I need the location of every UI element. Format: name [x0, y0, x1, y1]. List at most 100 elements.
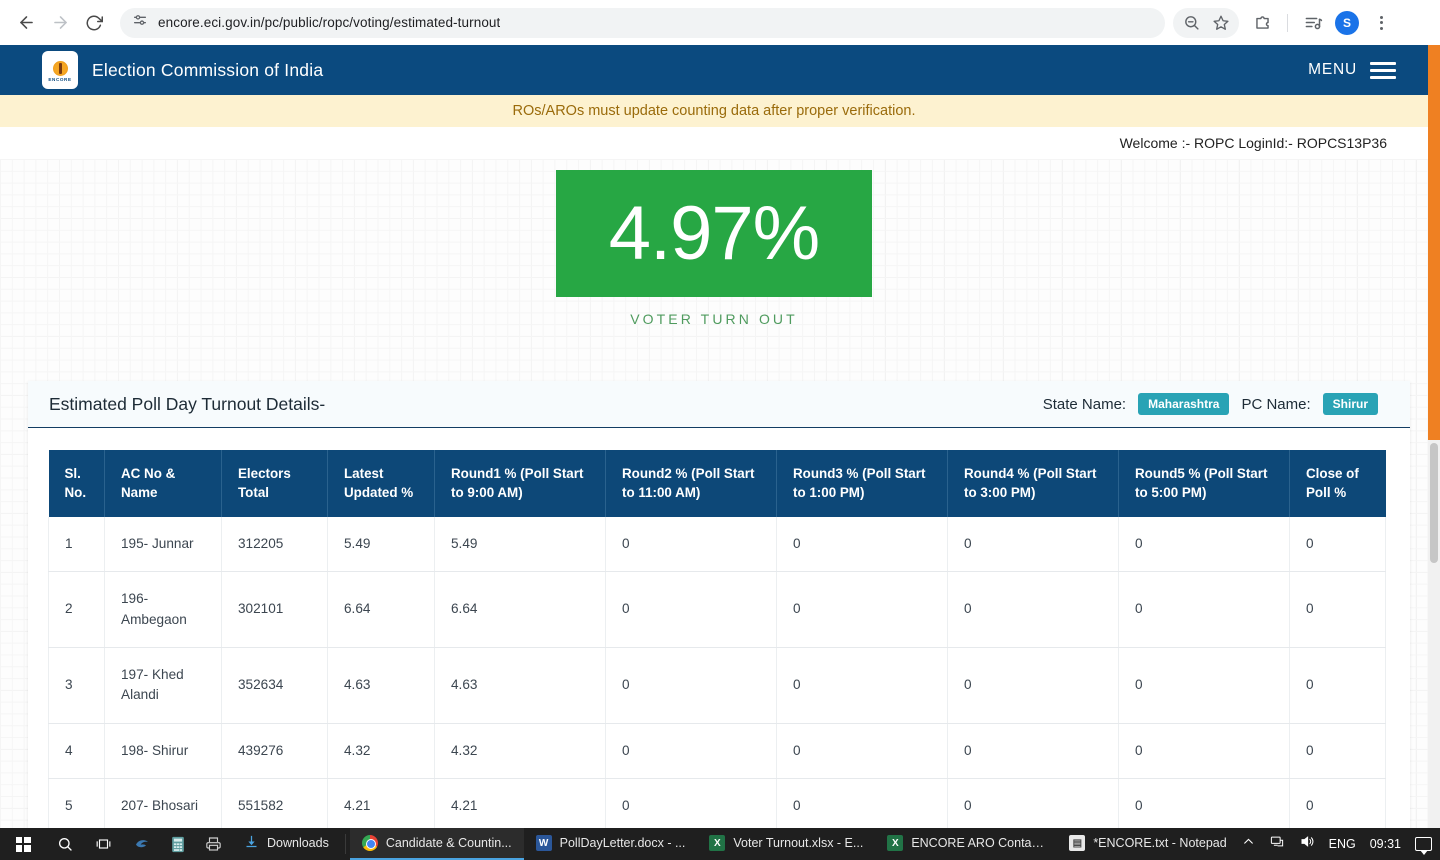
table-scroll-container[interactable]: Sl. No. AC No & Name Electors Total Late…: [28, 428, 1410, 828]
notice-text: ROs/AROs must update counting data after…: [512, 103, 916, 119]
clock[interactable]: 09:31: [1370, 837, 1401, 851]
column-header-round5[interactable]: Round5 % (Poll Start to 5:00 PM): [1118, 450, 1290, 517]
taskbar-item-label: ENCORE ARO Contac...: [911, 836, 1046, 850]
toolbar-divider: [1287, 13, 1288, 32]
menu-button[interactable]: MENU: [1308, 61, 1396, 79]
cell-latest: 4.63: [327, 647, 435, 724]
column-header-round2[interactable]: Round2 % (Poll Start to 11:00 AM): [605, 450, 777, 517]
cell-round4: 0: [947, 571, 1119, 649]
column-header-ac-name[interactable]: AC No & Name: [104, 450, 222, 517]
cell-round3: 0: [776, 571, 948, 649]
taskbar-item-notepad[interactable]: ▤ *ENCORE.txt - Notepad: [1057, 828, 1238, 860]
browser-toolbar: encore.eci.gov.in/pc/public/ropc/voting/…: [0, 0, 1440, 45]
taskbar-item-chrome[interactable]: Candidate & Countin...: [349, 828, 524, 860]
taskbar-item-excel-aro-contacts[interactable]: X ENCORE ARO Contac...: [875, 828, 1057, 860]
cell-sl: 5: [48, 778, 105, 828]
star-icon[interactable]: [1206, 8, 1236, 38]
column-header-close[interactable]: Close of Poll %: [1289, 450, 1386, 517]
column-header-round4[interactable]: Round4 % (Poll Start to 3:00 PM): [947, 450, 1119, 517]
cell-ac: 197- Khed Alandi: [104, 647, 222, 724]
turnout-caption: VOTER TURN OUT: [630, 311, 798, 327]
chrome-icon: [361, 835, 378, 851]
chevron-up-icon[interactable]: [1242, 835, 1255, 853]
reload-icon[interactable]: [78, 7, 110, 39]
cell-sl: 3: [48, 647, 105, 724]
zoom-out-icon[interactable]: [1176, 8, 1206, 38]
cell-electors: 439276: [221, 723, 328, 780]
task-view-icon[interactable]: [84, 828, 123, 860]
taskbar-item-word[interactable]: W PollDayLetter.docx - ...: [524, 828, 698, 860]
page-content: ENCORE Election Commission of India MENU…: [0, 45, 1428, 828]
language-indicator[interactable]: ENG: [1329, 837, 1356, 851]
windows-taskbar: Downloads Candidate & Countin... W PollD…: [0, 828, 1440, 860]
column-header-round3[interactable]: Round3 % (Poll Start to 1:00 PM): [776, 450, 948, 517]
cell-electors: 551582: [221, 778, 328, 828]
page-scrollbar[interactable]: [1428, 45, 1440, 828]
url-text: encore.eci.gov.in/pc/public/ropc/voting/…: [158, 15, 501, 30]
forward-arrow-icon[interactable]: [44, 7, 76, 39]
media-list-icon[interactable]: [1298, 8, 1328, 38]
table-row[interactable]: 4 198- Shirur 439276 4.32 4.32 0 0 0 0 0: [48, 723, 1386, 780]
cell-round4: 0: [947, 647, 1119, 724]
address-bar[interactable]: encore.eci.gov.in/pc/public/ropc/voting/…: [120, 7, 1165, 38]
table-row[interactable]: 2 196- Ambegaon 302101 6.64 6.64 0 0 0 0…: [48, 571, 1386, 649]
cell-close: 0: [1289, 571, 1386, 649]
excel-icon: X: [887, 835, 904, 851]
pc-name-label: PC Name:: [1241, 395, 1311, 413]
taskbar-item-downloads[interactable]: Downloads: [232, 828, 341, 860]
welcome-text: Welcome :- ROPC LoginId:- ROPCS13P36: [1119, 135, 1387, 151]
kebab-menu-icon[interactable]: [1366, 8, 1396, 38]
back-arrow-icon[interactable]: [10, 7, 42, 39]
calculator-icon[interactable]: [161, 828, 195, 860]
cell-round2: 0: [605, 516, 777, 573]
cell-round5: 0: [1118, 516, 1290, 573]
system-tray: ENG 09:31: [1242, 828, 1440, 860]
brand[interactable]: ENCORE Election Commission of India: [42, 51, 323, 89]
toolbar-actions: S: [1173, 7, 1396, 38]
table-header-row: Sl. No. AC No & Name Electors Total Late…: [48, 450, 1386, 517]
omnibox-actions: [1173, 7, 1239, 38]
scrollbar-thumb[interactable]: [1428, 45, 1440, 440]
table-row[interactable]: 1 195- Junnar 312205 5.49 5.49 0 0 0 0 0: [48, 516, 1386, 573]
table-body: 1 195- Junnar 312205 5.49 5.49 0 0 0 0 0: [48, 516, 1386, 828]
word-icon: W: [535, 835, 552, 851]
notepad-icon: ▤: [1069, 835, 1086, 851]
cell-sl: 1: [48, 516, 105, 573]
cell-electors: 302101: [221, 571, 328, 649]
windows-start-icon[interactable]: [0, 828, 46, 860]
column-header-sl-no[interactable]: Sl. No.: [48, 450, 105, 517]
excel-icon: X: [709, 835, 726, 851]
cell-round4: 0: [947, 778, 1119, 828]
edge-icon[interactable]: [123, 828, 161, 860]
profile-avatar[interactable]: S: [1332, 8, 1362, 38]
avatar: S: [1335, 10, 1359, 35]
brand-title: Election Commission of India: [92, 59, 324, 80]
cell-round1: 4.63: [434, 647, 606, 724]
hamburger-icon[interactable]: [1370, 61, 1396, 79]
cell-ac: 207- Bhosari: [104, 778, 222, 828]
table-row[interactable]: 3 197- Khed Alandi 352634 4.63 4.63 0 0 …: [48, 647, 1386, 724]
cell-round3: 0: [776, 516, 948, 573]
table-row[interactable]: 5 207- Bhosari 551582 4.21 4.21 0 0 0 0 …: [48, 778, 1386, 828]
cell-round5: 0: [1118, 723, 1290, 780]
column-header-round1[interactable]: Round1 % (Poll Start to 9:00 AM): [434, 450, 606, 517]
state-name-label: State Name:: [1042, 395, 1127, 413]
column-header-latest[interactable]: Latest Updated %: [327, 450, 435, 517]
taskbar-item-excel-voter-turnout[interactable]: X Voter Turnout.xlsx - E...: [697, 828, 875, 860]
notification-icon[interactable]: [1415, 837, 1432, 855]
page-settings-icon[interactable]: [132, 12, 148, 33]
network-icon[interactable]: [1269, 834, 1285, 854]
scrollbar-thumb-secondary[interactable]: [1430, 443, 1438, 563]
extensions-icon[interactable]: [1247, 8, 1277, 38]
page-title: Estimated Poll Day Turnout Details-: [49, 393, 326, 414]
printer-icon[interactable]: [195, 828, 232, 860]
cell-round3: 0: [776, 647, 948, 724]
column-header-electors[interactable]: Electors Total: [221, 450, 328, 517]
turnout-card: 4.97%: [556, 170, 872, 297]
volume-icon[interactable]: [1299, 834, 1315, 854]
cell-ac: 195- Junnar: [104, 516, 222, 573]
search-icon[interactable]: [46, 828, 84, 860]
cell-round1: 6.64: [434, 571, 606, 649]
site-header: ENCORE Election Commission of India MENU: [0, 45, 1428, 95]
cell-round1: 4.32: [434, 723, 606, 780]
